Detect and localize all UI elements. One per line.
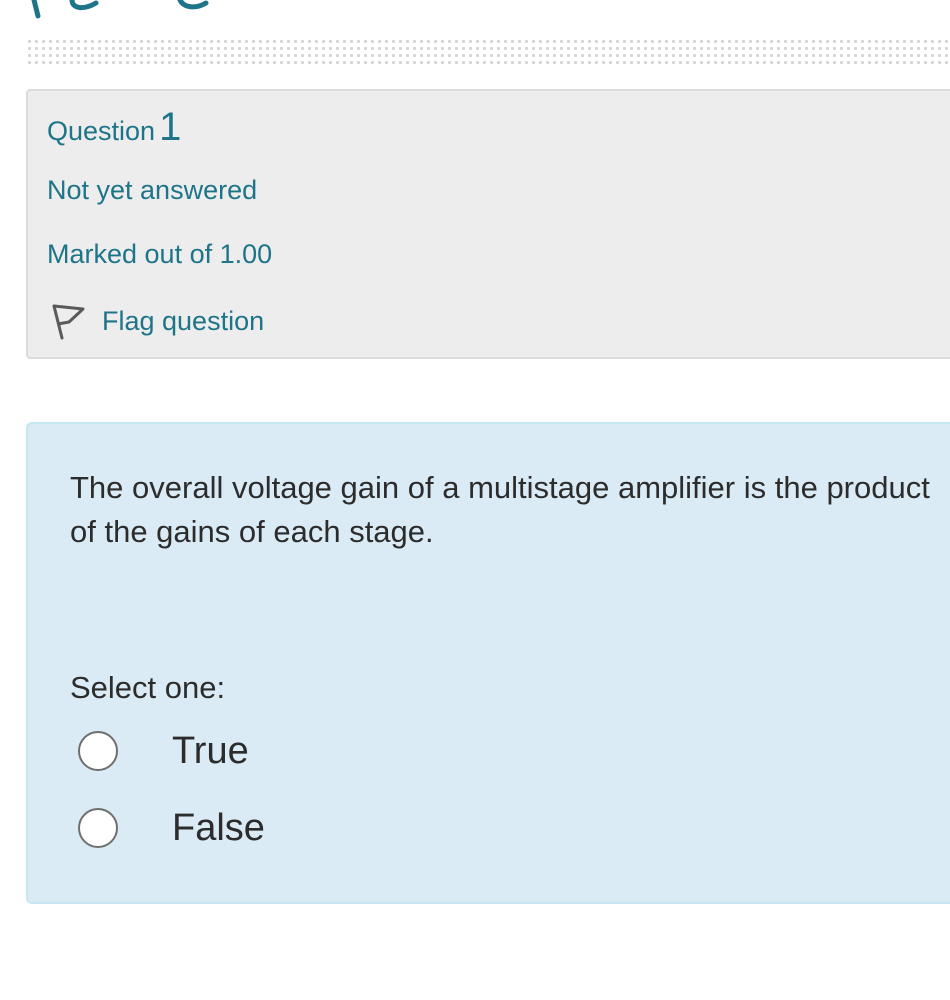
- flag-question-button[interactable]: Flag question: [47, 301, 264, 341]
- radio-true[interactable]: [78, 731, 118, 771]
- radio-false[interactable]: [78, 808, 118, 848]
- section-divider: [26, 38, 950, 66]
- question-text: The overall voltage gain of a multistage…: [70, 470, 930, 549]
- question-grade: Marked out of 1.00: [47, 239, 273, 269]
- answer-option-true-label: True: [172, 729, 249, 772]
- flag-icon: [52, 304, 85, 340]
- page-header-scribble: [31, 0, 209, 19]
- question-state: Not yet answered: [47, 175, 258, 205]
- question-label: Question: [47, 116, 156, 146]
- question-content-panel: The overall voltage gain of a multistage…: [26, 422, 950, 904]
- answer-option-false[interactable]: False: [78, 804, 265, 852]
- answer-option-true[interactable]: True: [78, 727, 249, 775]
- flag-question-label: Flag question: [102, 305, 265, 336]
- question-number: 1: [159, 105, 182, 149]
- question-title: Question 1: [47, 105, 181, 150]
- answer-prompt: Select one:: [70, 670, 226, 705]
- question-info-panel: Question 1 Not yet answered Marked out of…: [26, 89, 950, 359]
- answer-option-false-label: False: [172, 806, 265, 849]
